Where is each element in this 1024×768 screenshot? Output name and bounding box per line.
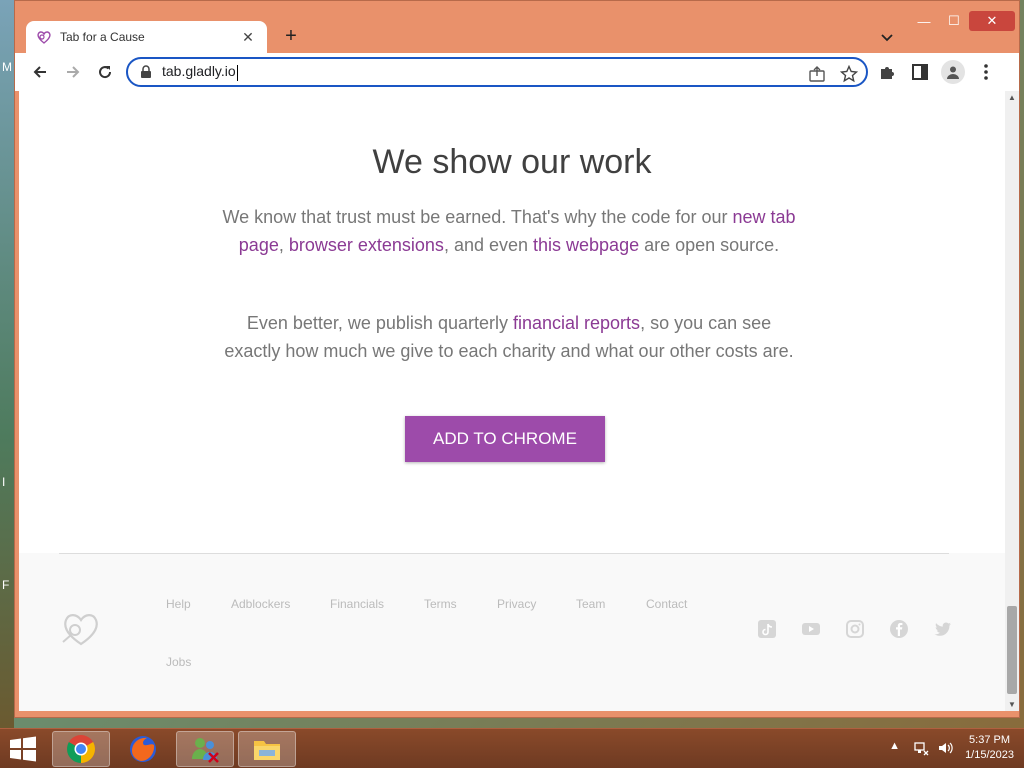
paragraph-text: We know that trust must be earned. That'… bbox=[222, 207, 733, 227]
window-controls: — ☐ ✕ bbox=[909, 11, 1015, 31]
paragraph-text: are open source. bbox=[639, 235, 780, 255]
taskbar: ▲ 5:37 PM 1/15/2023 bbox=[0, 728, 1024, 768]
youtube-icon[interactable] bbox=[801, 619, 821, 639]
extensions-button[interactable] bbox=[877, 62, 897, 82]
page-footer: Help Adblockers Financials Terms Privacy… bbox=[19, 553, 1005, 711]
volume-icon[interactable] bbox=[937, 740, 953, 756]
taskbar-app-explorer[interactable] bbox=[238, 731, 296, 767]
desktop-background: M I F bbox=[0, 0, 14, 728]
reload-button[interactable] bbox=[93, 60, 117, 84]
bookmark-star-icon[interactable] bbox=[840, 65, 858, 83]
desktop-icon-label: M bbox=[2, 60, 12, 74]
tab-for-a-cause-logo-icon[interactable] bbox=[59, 608, 103, 648]
system-tray: ▲ 5:37 PM 1/15/2023 bbox=[881, 733, 1014, 763]
paragraph-text: , and even bbox=[443, 235, 534, 255]
scroll-thumb[interactable] bbox=[1007, 606, 1017, 694]
close-window-button[interactable]: ✕ bbox=[969, 11, 1015, 31]
taskbar-app-firefox[interactable] bbox=[114, 731, 172, 767]
new-tab-button[interactable]: + bbox=[279, 25, 303, 49]
clock-time: 5:37 PM bbox=[969, 734, 1011, 746]
this-webpage-link[interactable]: this webpage bbox=[533, 235, 639, 255]
taskbar-app-chrome[interactable] bbox=[52, 731, 110, 767]
network-users-icon bbox=[192, 738, 219, 763]
minimize-button[interactable]: — bbox=[909, 11, 939, 31]
chrome-icon bbox=[67, 735, 95, 763]
scroll-up-arrow-icon[interactable]: ▲ bbox=[1008, 93, 1016, 102]
show-hidden-icons-icon[interactable]: ▲ bbox=[889, 740, 905, 756]
reload-icon bbox=[99, 66, 112, 79]
footer-link-jobs[interactable]: Jobs bbox=[166, 655, 191, 669]
browser-window: Tab for a Cause ✕ + — ☐ ✕ tab.gladly.io bbox=[14, 0, 1020, 718]
more-vert-icon bbox=[984, 64, 988, 80]
firefox-icon bbox=[130, 736, 156, 762]
financial-paragraph: Even better, we publish quarterly financ… bbox=[219, 309, 799, 365]
twitter-icon[interactable] bbox=[933, 619, 953, 639]
vertical-scrollbar[interactable]: ▲ ▼ bbox=[1005, 91, 1019, 711]
open-source-paragraph: We know that trust must be earned. That'… bbox=[219, 203, 799, 259]
system-clock[interactable]: 5:37 PM 1/15/2023 bbox=[965, 733, 1014, 763]
lock-icon bbox=[141, 65, 151, 78]
chrome-menu-button[interactable] bbox=[976, 62, 996, 82]
browser-extensions-link[interactable]: browser extensions bbox=[289, 235, 444, 255]
profile-button[interactable] bbox=[941, 60, 965, 84]
footer-divider bbox=[59, 553, 949, 554]
clock-date: 1/15/2023 bbox=[965, 749, 1014, 761]
taskbar-app-network[interactable] bbox=[176, 731, 234, 767]
footer-link-team[interactable]: Team bbox=[576, 597, 605, 611]
tiktok-icon[interactable] bbox=[757, 619, 777, 639]
address-bar[interactable]: tab.gladly.io bbox=[126, 57, 868, 87]
page-viewport: We show our work We know that trust must… bbox=[19, 91, 1005, 711]
paragraph-text: , bbox=[278, 235, 289, 255]
footer-link-help[interactable]: Help bbox=[166, 597, 191, 611]
desktop-icon-label: I bbox=[2, 475, 6, 489]
instagram-icon[interactable] bbox=[845, 619, 865, 639]
side-panel-icon bbox=[912, 64, 928, 80]
footer-link-terms[interactable]: Terms bbox=[424, 597, 457, 611]
tab-title: Tab for a Cause bbox=[60, 30, 145, 44]
browser-tab[interactable]: Tab for a Cause ✕ bbox=[26, 21, 267, 53]
footer-link-adblockers[interactable]: Adblockers bbox=[231, 597, 290, 611]
start-button[interactable] bbox=[6, 735, 40, 763]
tab-close-icon[interactable]: ✕ bbox=[239, 29, 257, 46]
avatar-icon bbox=[947, 66, 959, 79]
tab-search-chevron-icon[interactable] bbox=[877, 27, 897, 47]
back-button[interactable] bbox=[28, 60, 52, 84]
page-heading: We show our work bbox=[372, 143, 652, 181]
forward-button[interactable] bbox=[61, 60, 85, 84]
footer-link-privacy[interactable]: Privacy bbox=[497, 597, 536, 611]
back-arrow-icon bbox=[33, 66, 46, 78]
footer-link-financials[interactable]: Financials bbox=[330, 597, 384, 611]
puzzle-icon bbox=[881, 67, 894, 79]
add-to-chrome-button[interactable]: ADD TO CHROME bbox=[405, 416, 605, 462]
forward-arrow-icon bbox=[67, 66, 80, 78]
browser-toolbar: tab.gladly.io bbox=[15, 53, 1019, 91]
heart-logo-icon bbox=[37, 31, 51, 44]
file-explorer-icon bbox=[254, 741, 280, 760]
footer-link-contact[interactable]: Contact bbox=[646, 597, 687, 611]
maximize-button[interactable]: ☐ bbox=[939, 11, 969, 31]
facebook-icon[interactable] bbox=[889, 619, 909, 639]
share-icon[interactable] bbox=[808, 65, 826, 83]
side-panel-button[interactable] bbox=[910, 62, 930, 82]
network-status-icon[interactable] bbox=[913, 740, 929, 756]
url-text: tab.gladly.io bbox=[162, 63, 238, 81]
desktop-icon-label: F bbox=[2, 578, 10, 592]
tab-strip: Tab for a Cause ✕ + — ☐ ✕ bbox=[15, 1, 1019, 53]
scroll-down-arrow-icon[interactable]: ▼ bbox=[1008, 700, 1016, 709]
financial-reports-link[interactable]: financial reports bbox=[513, 313, 640, 333]
paragraph-text: Even better, we publish quarterly bbox=[246, 313, 513, 333]
